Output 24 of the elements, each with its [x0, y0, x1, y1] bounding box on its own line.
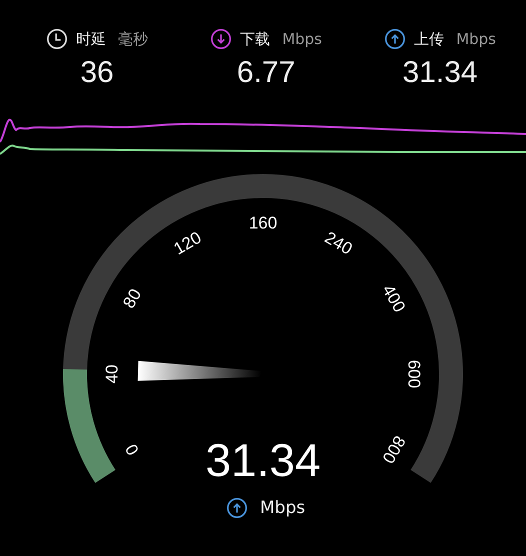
- gauge-tick-label: 600: [404, 360, 424, 388]
- speed-value: 31.34: [205, 434, 321, 486]
- gauge-tick-label: 800: [378, 432, 410, 467]
- clock-icon: [46, 28, 68, 50]
- speed-unit: Mbps: [260, 498, 306, 518]
- upload-icon: [384, 28, 406, 50]
- gauge-tick-label: 400: [378, 281, 410, 316]
- metric-value: 31.34: [402, 56, 478, 90]
- metric-unit: Mbps: [282, 30, 322, 48]
- metric-unit: 毫秒: [118, 30, 148, 48]
- metric-label: 上传: [414, 30, 444, 48]
- gauge-tick-label: 80: [119, 286, 146, 312]
- metric-value: 36: [80, 56, 114, 90]
- gauge-tick-label: 120: [170, 228, 205, 259]
- metric-value: 6.77: [236, 56, 296, 90]
- metric-unit: Mbps: [456, 30, 496, 48]
- gauge-tick-label: 40: [102, 364, 122, 384]
- download-icon: [210, 28, 232, 50]
- gauge-tick-label: 0: [122, 440, 143, 458]
- metric-label: 时延: [76, 30, 106, 48]
- metric-label: 下载: [240, 30, 270, 48]
- gauge-tick-label: 160: [248, 213, 278, 232]
- upload-icon: [226, 497, 248, 519]
- gauge-tick-label: 240: [321, 228, 356, 259]
